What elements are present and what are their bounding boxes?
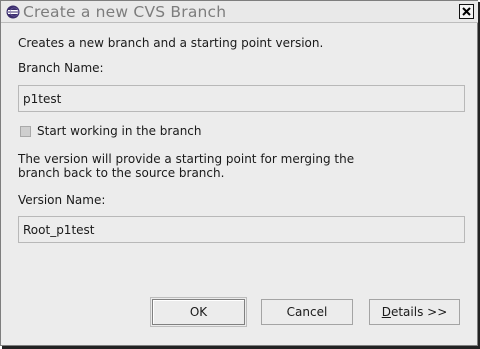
close-button[interactable]	[459, 4, 474, 19]
details-mnemonic: D	[381, 305, 391, 319]
title-bar[interactable]: Create a new CVS Branch	[1, 1, 479, 23]
ok-button[interactable]: OK	[152, 299, 245, 325]
details-button[interactable]: Details >>	[369, 299, 460, 325]
dialog-description: Creates a new branch and a starting poin…	[18, 36, 324, 50]
cancel-button[interactable]: Cancel	[261, 299, 353, 325]
close-icon	[462, 7, 471, 16]
start-working-checkbox[interactable]	[20, 126, 31, 137]
eclipse-app-icon[interactable]	[6, 4, 20, 19]
branch-name-field[interactable]	[18, 85, 465, 112]
window-title: Create a new CVS Branch	[23, 3, 227, 21]
cvs-branch-dialog: Create a new CVS Branch Creates a new br…	[0, 0, 479, 346]
version-info-line1: The version will provide a starting poin…	[18, 152, 355, 166]
branch-name-label: Branch Name:	[18, 61, 104, 75]
version-name-label: Version Name:	[18, 193, 106, 207]
version-name-field[interactable]	[18, 216, 465, 243]
details-label: etails >>	[390, 305, 448, 319]
start-working-label[interactable]: Start working in the branch	[37, 124, 202, 139]
version-info-line2: branch back to the source branch.	[18, 166, 225, 180]
